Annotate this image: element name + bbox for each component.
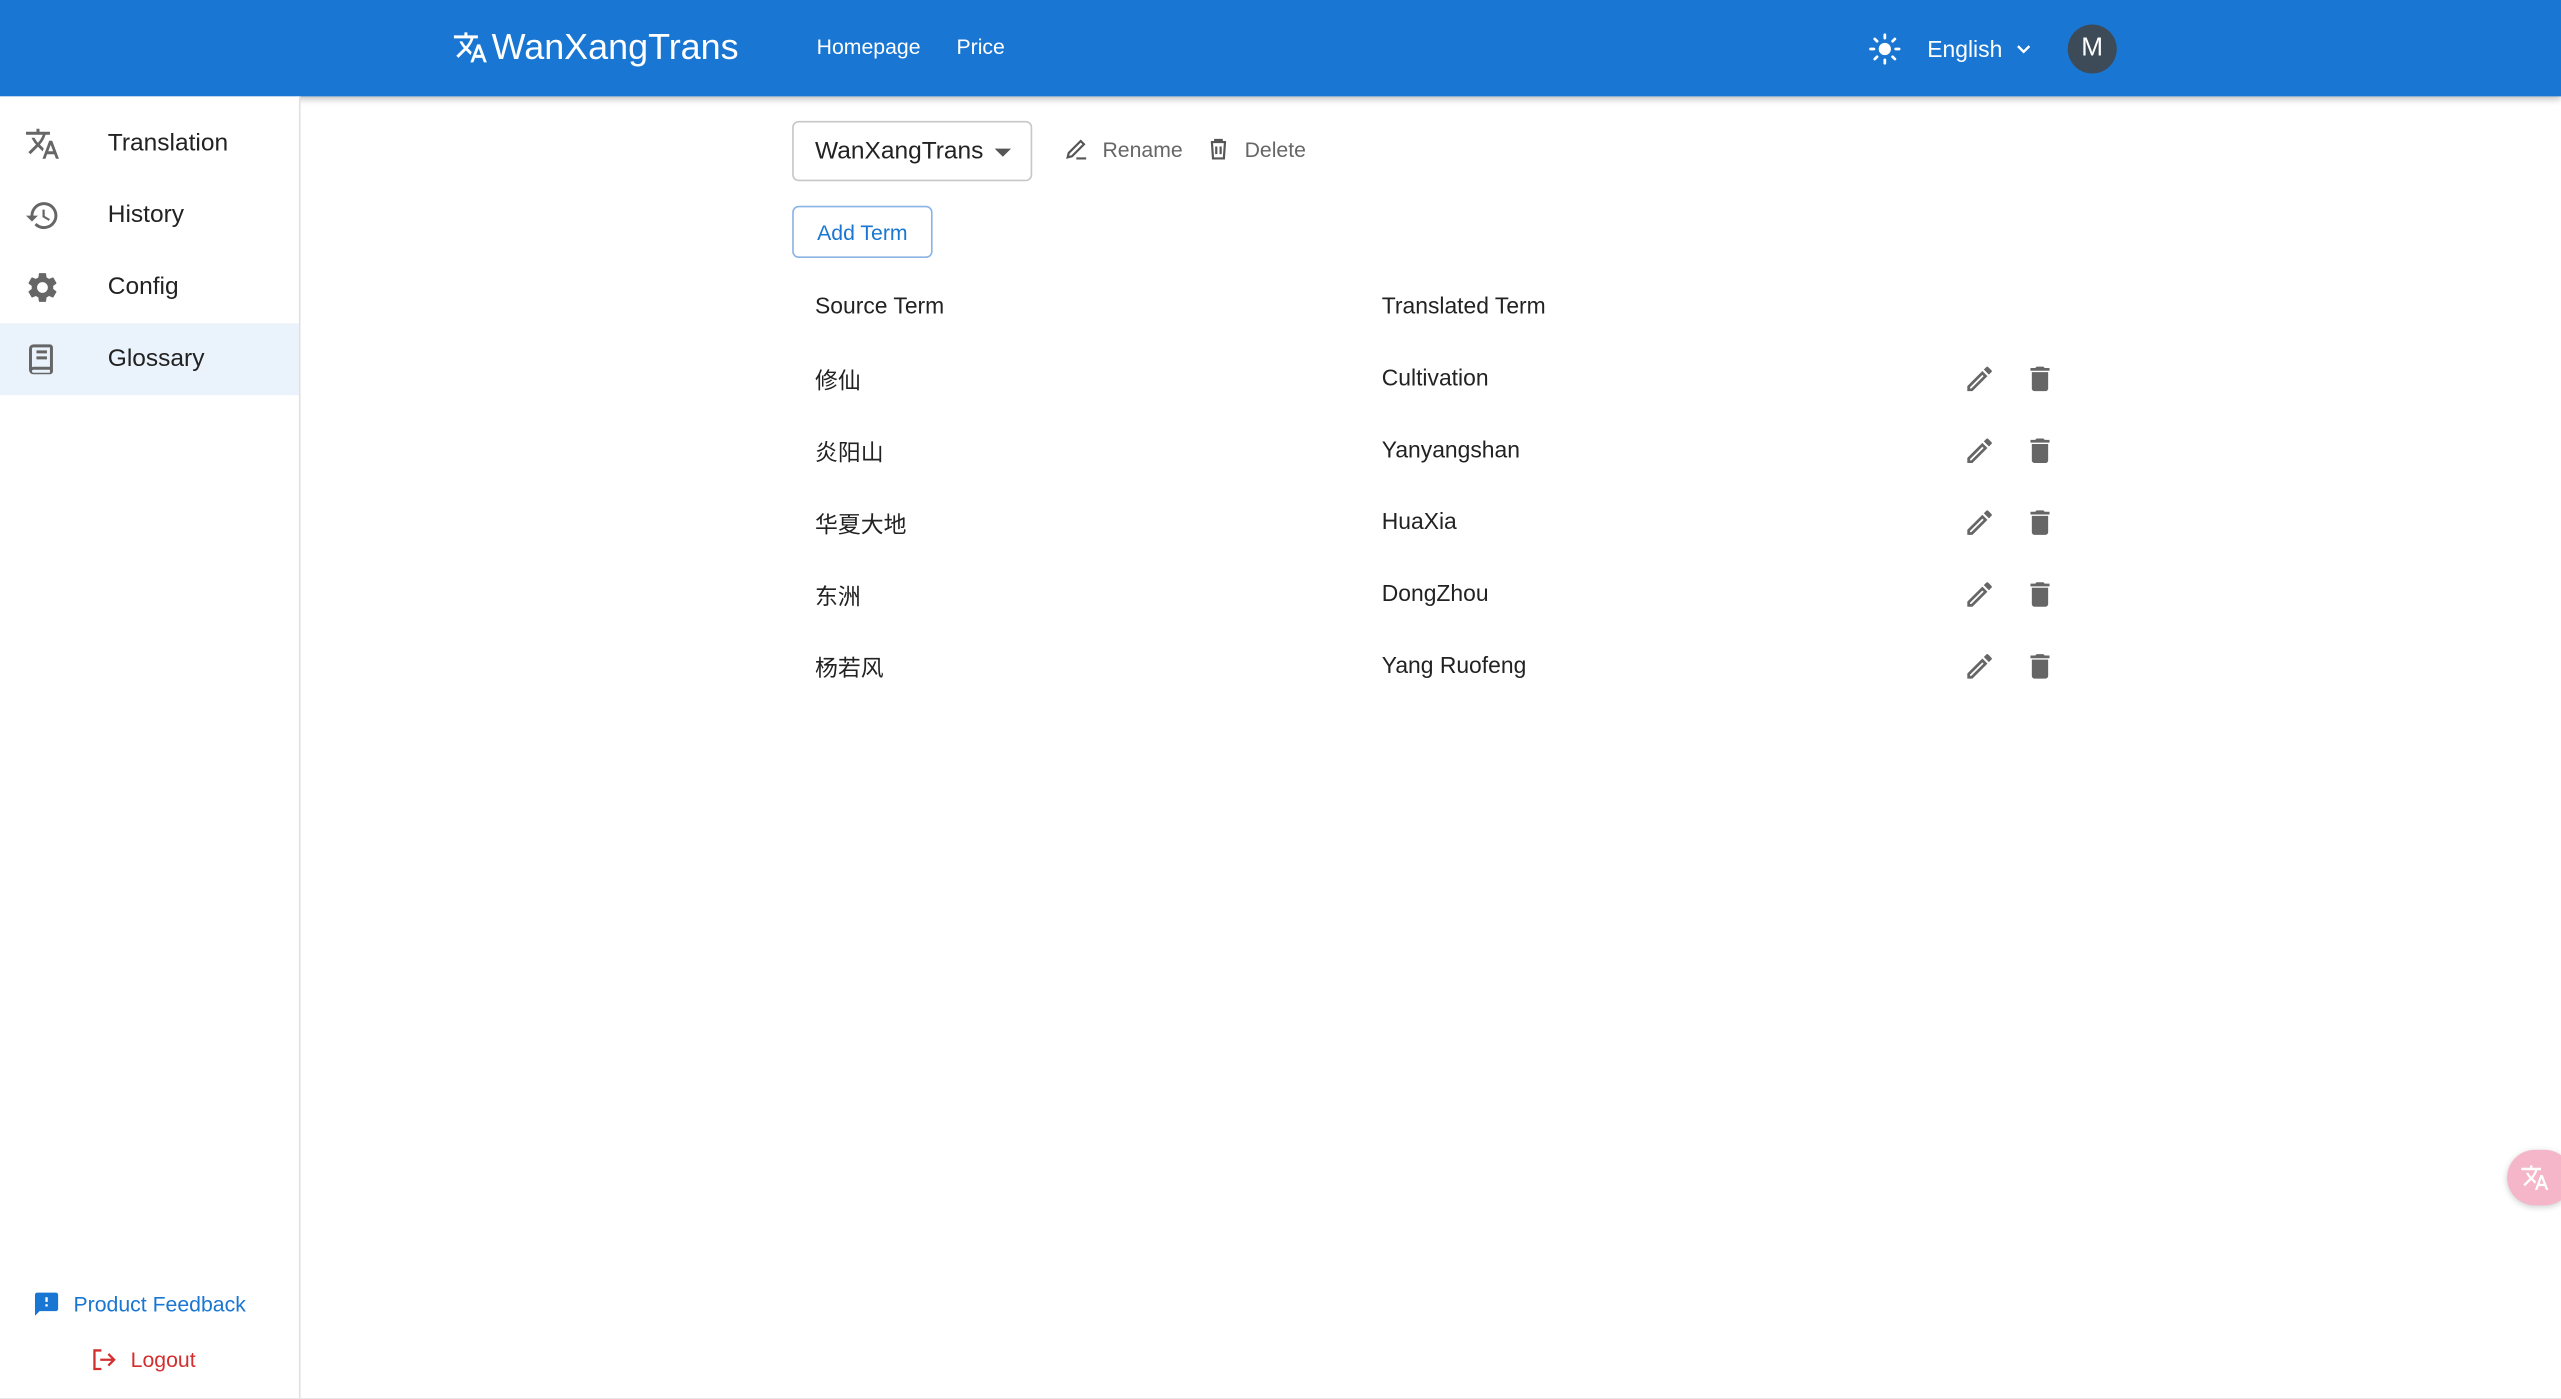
avatar[interactable]: M xyxy=(2067,24,2117,74)
edit-pencil-icon[interactable] xyxy=(1963,650,1996,683)
translated-term: HuaXia xyxy=(1381,507,1457,535)
feedback-label: Product Feedback xyxy=(73,1291,246,1317)
trash-outline-icon xyxy=(1210,138,1227,160)
language-selector[interactable]: English xyxy=(1927,36,2035,62)
caret-down-icon xyxy=(994,148,1012,157)
delete-icon[interactable] xyxy=(2024,578,2057,611)
column-header-translated: Translated Term xyxy=(1381,292,1546,319)
edit-pencil-icon[interactable] xyxy=(1963,578,1996,611)
logout-icon xyxy=(93,1349,116,1371)
history-icon xyxy=(25,202,58,230)
edit-icon xyxy=(1066,139,1087,160)
sidebar-item-label: Translation xyxy=(107,129,229,157)
glossary-select-value: WanXangTrans xyxy=(815,137,984,165)
delete-glossary-button[interactable]: Delete xyxy=(1205,136,1306,162)
avatar-initial: M xyxy=(2081,34,2104,63)
sun-icon[interactable] xyxy=(1868,33,1901,66)
nav-homepage[interactable]: Homepage xyxy=(817,34,921,58)
gear-icon xyxy=(28,273,57,302)
product-feedback-link[interactable]: Product Feedback xyxy=(33,1290,246,1318)
logout-label: Logout xyxy=(130,1347,196,1372)
brand[interactable]: WanXangTrans xyxy=(452,26,739,68)
sidebar-item-label: History xyxy=(107,200,185,229)
language-label: English xyxy=(1927,35,2003,63)
add-term-label: Add Term xyxy=(817,219,908,245)
sidebar: Translation History Config Glossary Prod… xyxy=(0,96,301,1399)
translated-term: DongZhou xyxy=(1381,579,1489,606)
floating-translate-button[interactable] xyxy=(2507,1149,2561,1206)
page: WanXangTrans Homepage Price English M Tr… xyxy=(0,0,2561,1399)
chevron-down-icon xyxy=(2016,45,2031,54)
sidebar-item-config[interactable]: Config xyxy=(0,252,299,324)
delete-icon[interactable] xyxy=(2024,506,2057,539)
translate-icon xyxy=(25,128,59,159)
sidebar-item-glossary[interactable]: Glossary xyxy=(0,323,299,396)
delete-icon[interactable] xyxy=(2024,363,2057,396)
add-term-button[interactable]: Add Term xyxy=(792,205,933,259)
source-term: 炎阳山 xyxy=(815,439,884,466)
column-header-source: Source Term xyxy=(815,292,945,319)
edit-pencil-icon[interactable] xyxy=(1963,506,1996,539)
glossary-book-icon xyxy=(28,344,53,375)
source-term: 杨若风 xyxy=(815,654,884,682)
source-term: 修仙 xyxy=(815,367,861,394)
floating-translate-icon xyxy=(2521,1165,2549,1190)
edit-pencil-icon[interactable] xyxy=(1963,434,1996,467)
sidebar-item-label: Config xyxy=(107,272,179,301)
brand-name: WanXangTrans xyxy=(491,26,739,67)
nav-price[interactable]: Price xyxy=(956,34,1004,58)
edit-pencil-icon[interactable] xyxy=(1963,363,1996,396)
top-nav: Homepage Price xyxy=(817,34,1005,58)
header-tools: English M xyxy=(1868,24,2117,74)
source-term: 东洲 xyxy=(815,583,861,610)
top-app-bar: WanXangTrans Homepage Price English M xyxy=(0,0,2561,97)
feedback-icon xyxy=(34,1292,59,1316)
logout-button[interactable]: Logout xyxy=(90,1346,196,1374)
sidebar-item-history[interactable]: History xyxy=(0,180,299,252)
glossary-select[interactable]: WanXangTrans xyxy=(792,120,1033,182)
translated-term: Yanyangshan xyxy=(1381,436,1520,463)
delete-icon[interactable] xyxy=(2024,434,2057,467)
translated-term: Cultivation xyxy=(1381,364,1489,391)
delete-icon[interactable] xyxy=(2024,650,2057,683)
translated-term: Yang Ruofeng xyxy=(1381,651,1527,678)
delete-label: Delete xyxy=(1244,136,1306,161)
source-term: 华夏大地 xyxy=(815,511,907,538)
sidebar-item-label: Glossary xyxy=(107,344,205,373)
sidebar-item-translation[interactable]: Translation xyxy=(0,108,299,180)
rename-label: Rename xyxy=(1102,136,1183,161)
translate-logo-icon xyxy=(453,32,487,63)
rename-button[interactable]: Rename xyxy=(1063,136,1183,162)
